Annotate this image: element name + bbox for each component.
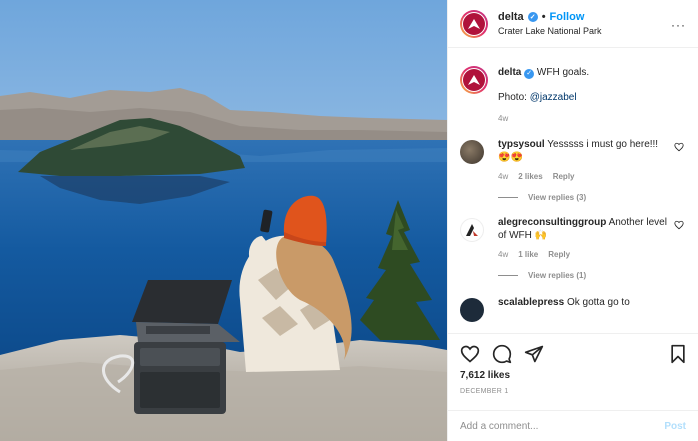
commenter-avatar[interactable]: [460, 218, 484, 243]
post-comment-button[interactable]: Post: [664, 421, 686, 432]
post-actions: 7,612 likes DECEMBER 1 Post: [448, 333, 698, 441]
separator-dot: •: [541, 11, 546, 23]
comments-list[interactable]: delta ✓ WFH goals. Photo: @jazzabel 4w t…: [448, 49, 698, 333]
follow-button[interactable]: Follow: [550, 11, 585, 23]
comment-username[interactable]: scalablepress: [498, 297, 564, 308]
caption-timestamp[interactable]: 4w: [498, 114, 589, 124]
more-options-icon[interactable]: ···: [671, 18, 686, 32]
view-replies-button[interactable]: View replies (3): [498, 193, 686, 202]
post-author-username[interactable]: delta: [498, 11, 524, 23]
commenter-avatar[interactable]: [460, 140, 484, 165]
view-replies-line: [498, 275, 518, 277]
comment-text: Ok gotta go to: [566, 297, 630, 309]
add-comment-bar: Post: [448, 410, 698, 441]
post-caption: delta ✓ WFH goals. Photo: @jazzabel 4w: [460, 49, 686, 124]
comment-username[interactable]: alegreconsultinggroup: [498, 217, 606, 228]
comment-likes[interactable]: 1 like: [518, 250, 538, 259]
post-header: delta ✓ • Follow Crater Lake National Pa…: [448, 0, 698, 48]
comment-item: scalablepress Ok gotta go to: [460, 296, 686, 323]
verified-badge-icon: ✓: [527, 12, 538, 22]
post-side-panel: delta ✓ • Follow Crater Lake National Pa…: [447, 0, 698, 441]
comment-item: typsysoul Yesssss i must go here!!! 😍😍 4…: [460, 138, 686, 181]
save-bookmark-icon[interactable]: [668, 344, 688, 364]
post-photo[interactable]: [0, 0, 447, 441]
share-paper-plane-icon[interactable]: [524, 344, 544, 364]
photo-credit-label: Photo:: [498, 92, 530, 103]
commenter-avatar[interactable]: [460, 298, 484, 323]
post-location-link[interactable]: Crater Lake National Park: [498, 26, 602, 36]
comment-bubble-icon[interactable]: [492, 344, 512, 364]
comment-likes[interactable]: 2 likes: [518, 172, 542, 181]
reply-button[interactable]: Reply: [548, 250, 570, 259]
crater-lake-photo: [0, 0, 447, 441]
comment-timestamp[interactable]: 4w: [498, 250, 508, 259]
delta-logo-icon: [463, 12, 485, 35]
caption-avatar[interactable]: [460, 66, 488, 94]
caption-username[interactable]: delta: [498, 67, 521, 78]
alegre-logo-icon: [466, 224, 478, 237]
view-replies-line: [498, 197, 518, 199]
add-comment-input[interactable]: [460, 421, 665, 432]
verified-badge-icon: ✓: [524, 68, 535, 79]
view-replies-label: View replies (3): [528, 193, 587, 203]
comment-item: alegreconsultinggroup Another level of W…: [460, 216, 686, 259]
likes-count[interactable]: 7,612 likes: [460, 370, 510, 381]
reply-button[interactable]: Reply: [553, 172, 575, 181]
like-comment-heart-icon[interactable]: [674, 220, 684, 230]
like-heart-icon[interactable]: [460, 344, 480, 364]
caption-text: WFH goals.: [536, 67, 590, 78]
post-date[interactable]: DECEMBER 1: [460, 388, 509, 395]
photo-credit-mention[interactable]: @jazzabel: [530, 92, 577, 103]
comment-username[interactable]: typsysoul: [498, 139, 545, 150]
view-replies-button[interactable]: View replies (1): [498, 271, 686, 280]
delta-logo-icon: [463, 69, 485, 91]
like-comment-heart-icon[interactable]: [674, 142, 684, 152]
view-replies-label: View replies (1): [528, 271, 587, 281]
delta-avatar[interactable]: [460, 9, 488, 38]
comment-timestamp[interactable]: 4w: [498, 172, 508, 181]
instagram-post-modal: delta ✓ • Follow Crater Lake National Pa…: [0, 0, 698, 441]
